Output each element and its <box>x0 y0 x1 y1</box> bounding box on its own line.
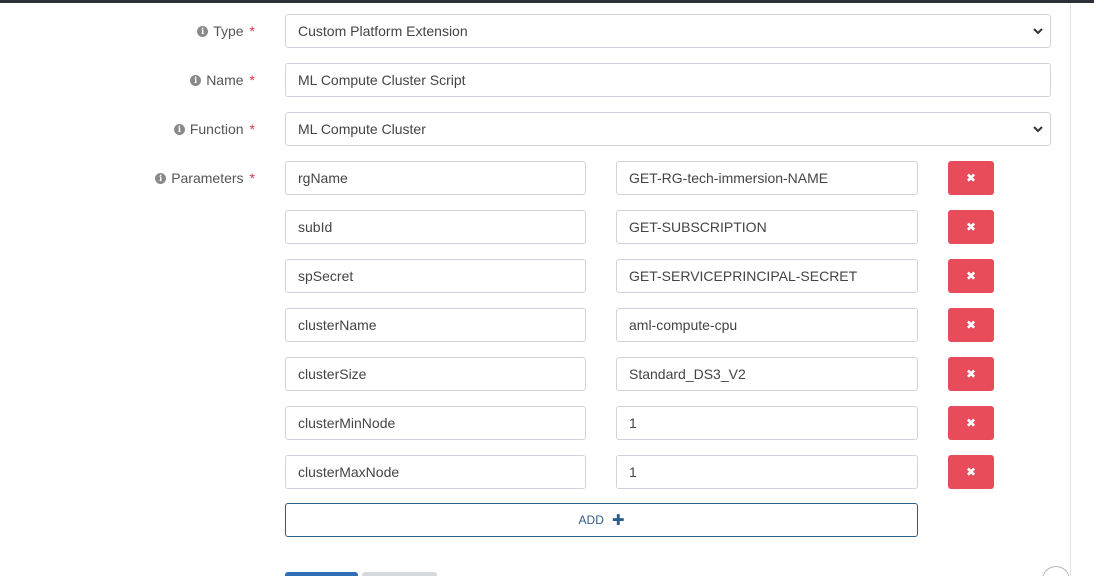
chevron-down-icon <box>1033 126 1043 133</box>
name-input-value: ML Compute Cluster Script <box>298 72 466 88</box>
info-icon[interactable]: i <box>173 123 185 135</box>
parameter-value-text: Standard_DS3_V2 <box>629 366 746 382</box>
remove-parameter-button[interactable]: ✖ <box>948 161 994 195</box>
name-row: i Name * ML Compute Cluster Script <box>0 63 1070 97</box>
parameter-value-text: GET-RG-tech-immersion-NAME <box>629 170 829 186</box>
chevron-down-icon <box>1033 28 1043 35</box>
help-icon[interactable] <box>1042 566 1070 576</box>
parameter-row: clusterSize Standard_DS3_V2 ✖ <box>0 357 1070 391</box>
parameter-key-value: rgName <box>298 170 348 186</box>
parameter-row: clusterMaxNode 1 ✖ <box>0 455 1070 489</box>
top-bar <box>0 0 1094 3</box>
parameter-row: clusterMinNode 1 ✖ <box>0 406 1070 440</box>
remove-parameter-button[interactable]: ✖ <box>948 357 994 391</box>
times-icon: ✖ <box>965 171 977 185</box>
name-input[interactable]: ML Compute Cluster Script <box>285 63 1051 97</box>
times-icon: ✖ <box>965 465 977 479</box>
parameter-key-value: clusterName <box>298 317 377 333</box>
info-icon[interactable]: i <box>197 25 209 37</box>
name-label-text: Name <box>206 72 244 88</box>
times-icon: ✖ <box>965 220 977 234</box>
times-icon: ✖ <box>965 318 977 332</box>
type-label-text: Type <box>213 23 244 39</box>
parameter-key-value: spSecret <box>298 268 354 284</box>
parameter-key-input[interactable]: subId <box>285 210 586 244</box>
parameter-key-input[interactable]: clusterSize <box>285 357 586 391</box>
cancel-button[interactable] <box>362 572 437 576</box>
panel-divider <box>1070 3 1071 576</box>
required-mark: * <box>249 121 255 137</box>
function-label-text: Function <box>189 121 244 137</box>
parameter-value-text: GET-SERVICEPRINCIPAL-SECRET <box>629 268 858 284</box>
type-select[interactable]: Custom Platform Extension <box>285 14 1051 48</box>
function-select[interactable]: ML Compute Cluster <box>285 112 1051 146</box>
type-select-value: Custom Platform Extension <box>298 23 468 39</box>
times-icon: ✖ <box>965 416 977 430</box>
info-icon[interactable]: i <box>190 74 202 86</box>
function-row: i Function * ML Compute Cluster <box>0 112 1070 146</box>
parameter-key-input[interactable]: rgName <box>285 161 586 195</box>
name-label: i Name * <box>190 63 255 97</box>
function-label: i Function * <box>173 112 255 146</box>
times-icon: ✖ <box>965 367 977 381</box>
remove-parameter-button[interactable]: ✖ <box>948 455 994 489</box>
parameter-value-input[interactable]: GET-SUBSCRIPTION <box>616 210 918 244</box>
times-icon: ✖ <box>965 269 977 283</box>
parameter-key-input[interactable]: spSecret <box>285 259 586 293</box>
parameter-row: rgName GET-RG-tech-immersion-NAME ✖ <box>0 161 1070 195</box>
parameter-value-input[interactable]: 1 <box>616 406 918 440</box>
parameter-value-input[interactable]: Standard_DS3_V2 <box>616 357 918 391</box>
required-mark: * <box>249 72 255 88</box>
remove-parameter-button[interactable]: ✖ <box>948 259 994 293</box>
parameter-value-input[interactable]: 1 <box>616 455 918 489</box>
parameter-row: subId GET-SUBSCRIPTION ✖ <box>0 210 1070 244</box>
add-button-label: ADD <box>578 513 604 527</box>
remove-parameter-button[interactable]: ✖ <box>948 406 994 440</box>
add-parameter-button[interactable]: ADD ✚ <box>285 503 918 537</box>
parameter-key-input[interactable]: clusterMinNode <box>285 406 586 440</box>
parameter-key-input[interactable]: clusterMaxNode <box>285 455 586 489</box>
submit-button[interactable] <box>285 572 358 576</box>
parameter-value-text: GET-SUBSCRIPTION <box>629 219 767 235</box>
parameter-key-value: clusterMaxNode <box>298 464 400 480</box>
parameter-row: spSecret GET-SERVICEPRINCIPAL-SECRET ✖ <box>0 259 1070 293</box>
type-label: i Type * <box>197 14 255 48</box>
parameter-value-text: aml-compute-cpu <box>629 317 738 333</box>
remove-parameter-button[interactable]: ✖ <box>948 210 994 244</box>
function-select-value: ML Compute Cluster <box>298 121 426 137</box>
parameter-row: clusterName aml-compute-cpu ✖ <box>0 308 1070 342</box>
remove-parameter-button[interactable]: ✖ <box>948 308 994 342</box>
plus-icon: ✚ <box>611 512 625 529</box>
type-row: i Type * Custom Platform Extension <box>0 14 1070 48</box>
parameter-value-text: 1 <box>629 464 637 480</box>
parameter-value-input[interactable]: GET-RG-tech-immersion-NAME <box>616 161 918 195</box>
parameter-value-text: 1 <box>629 415 637 431</box>
parameter-value-input[interactable]: aml-compute-cpu <box>616 308 918 342</box>
parameter-key-value: clusterMinNode <box>298 415 396 431</box>
parameter-key-value: clusterSize <box>298 366 367 382</box>
parameter-key-value: subId <box>298 219 333 235</box>
required-mark: * <box>249 23 255 39</box>
parameter-key-input[interactable]: clusterName <box>285 308 586 342</box>
parameter-value-input[interactable]: GET-SERVICEPRINCIPAL-SECRET <box>616 259 918 293</box>
